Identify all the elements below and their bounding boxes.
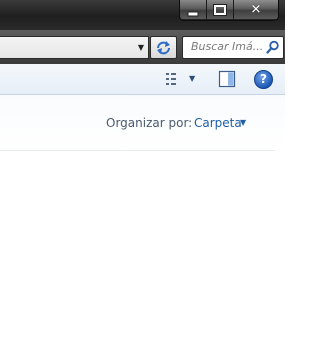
view-dropdown-icon[interactable]: ▼ xyxy=(189,74,195,83)
help-button[interactable]: ? xyxy=(254,70,273,89)
arrange-by-label: Organizar por: xyxy=(106,116,193,130)
chevron-down-icon: ▼ xyxy=(137,43,145,52)
file-list-area[interactable] xyxy=(0,151,285,338)
view-options-button[interactable]: ▼ xyxy=(161,71,199,87)
search-input[interactable]: Buscar Imá... xyxy=(182,36,284,59)
close-button[interactable]: ✕ xyxy=(234,0,278,19)
preview-pane-button[interactable] xyxy=(218,70,236,88)
command-toolbar: ▼ ? xyxy=(0,64,285,95)
window-controls: ✕ xyxy=(179,0,279,21)
address-bar-area: ▼ Buscar Imá... xyxy=(0,30,285,64)
refresh-icon xyxy=(157,41,170,55)
search-icon xyxy=(266,40,279,54)
close-icon: ✕ xyxy=(250,2,262,17)
maximize-icon xyxy=(213,3,227,16)
preview-pane-icon xyxy=(218,70,236,88)
maximize-button[interactable] xyxy=(207,0,234,19)
minimize-icon xyxy=(187,11,199,16)
refresh-button[interactable] xyxy=(150,36,177,59)
address-dropdown-button[interactable]: ▼ xyxy=(136,37,146,58)
minimize-button[interactable] xyxy=(180,0,207,19)
address-field[interactable]: ▼ xyxy=(0,36,149,59)
view-options-icon xyxy=(166,73,176,85)
search-placeholder: Buscar Imá... xyxy=(191,40,264,53)
arrange-by-dropdown[interactable]: Carpeta xyxy=(194,116,242,130)
chevron-down-icon[interactable]: ▼ xyxy=(240,118,246,127)
window-titlebar: ✕ xyxy=(0,0,285,30)
